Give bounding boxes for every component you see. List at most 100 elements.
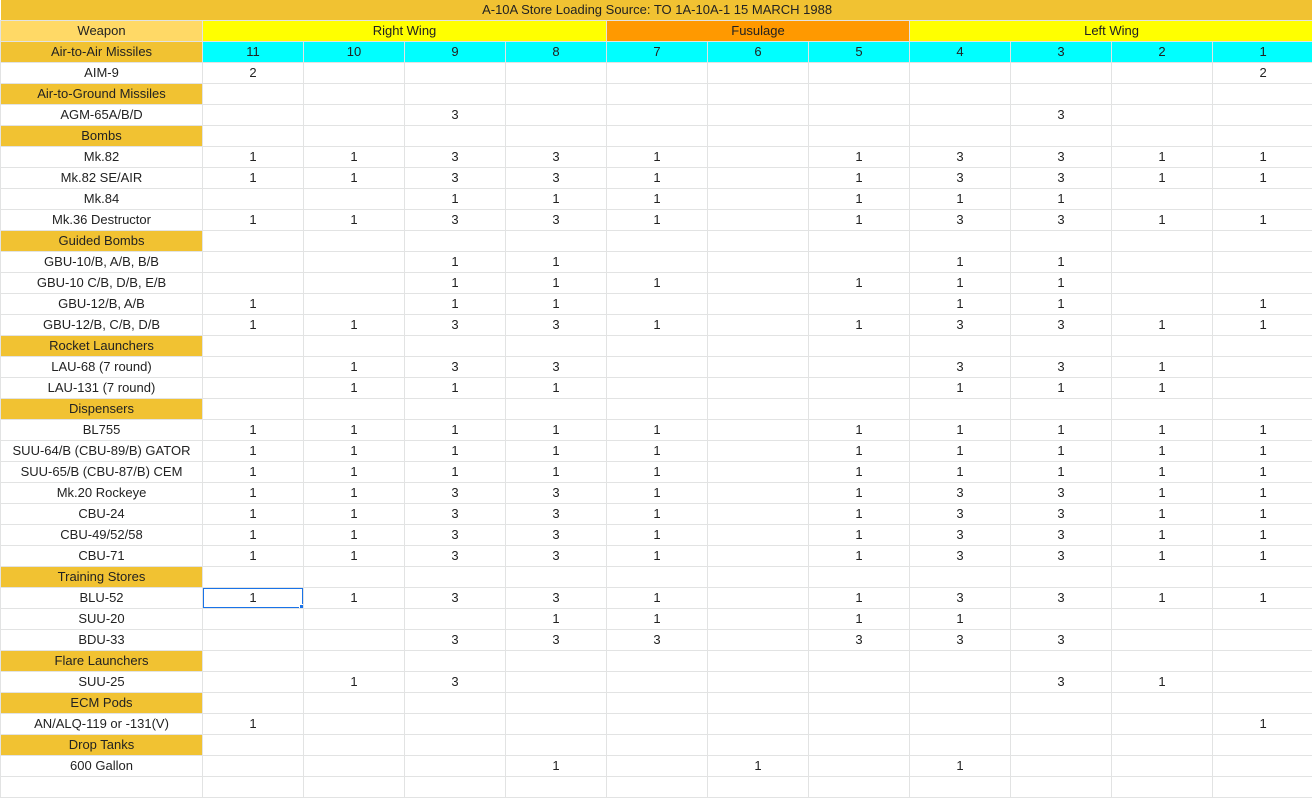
empty-cell[interactable]	[506, 567, 607, 588]
station-4-count-cell[interactable]: 1	[910, 756, 1011, 777]
category-cell-guided-bombs[interactable]: Guided Bombs	[1, 231, 203, 252]
weapon-name-cell[interactable]: Mk.20 Rockeye	[1, 483, 203, 504]
empty-cell[interactable]	[607, 567, 708, 588]
station-9-count-cell[interactable]: 3	[405, 315, 506, 336]
station-5-count-cell[interactable]: 1	[809, 147, 910, 168]
empty-cell[interactable]	[1213, 693, 1312, 714]
empty-cell[interactable]	[1213, 777, 1312, 798]
empty-cell[interactable]	[304, 84, 405, 105]
station-8-count-cell[interactable]: 3	[506, 546, 607, 567]
station-10-count-cell[interactable]: 1	[304, 525, 405, 546]
station-5-count-cell[interactable]: 1	[809, 189, 910, 210]
station-8-count-cell[interactable]: 1	[506, 420, 607, 441]
station-5-count-cell[interactable]: 1	[809, 441, 910, 462]
empty-cell[interactable]	[708, 84, 809, 105]
weapon-name-cell[interactable]: AN/ALQ-119 or -131(V)	[1, 714, 203, 735]
station-9-count-cell[interactable]: 1	[405, 273, 506, 294]
station-5-count-cell[interactable]	[809, 252, 910, 273]
empty-cell[interactable]	[809, 126, 910, 147]
station-5-count-cell[interactable]: 1	[809, 273, 910, 294]
station-8-count-cell[interactable]: 3	[506, 588, 607, 609]
weapon-header-cell[interactable]: Weapon	[1, 21, 203, 42]
station-9-count-cell[interactable]: 1	[405, 252, 506, 273]
station-9-count-cell[interactable]	[405, 756, 506, 777]
empty-cell[interactable]	[304, 735, 405, 756]
empty-cell[interactable]	[203, 693, 304, 714]
station-4-count-cell[interactable]: 3	[910, 630, 1011, 651]
station-4-count-cell[interactable]: 3	[910, 168, 1011, 189]
station-10-count-cell[interactable]	[304, 756, 405, 777]
empty-cell[interactable]	[405, 399, 506, 420]
station-header-2[interactable]: 2	[1112, 42, 1213, 63]
empty-cell[interactable]	[506, 126, 607, 147]
empty-cell[interactable]	[304, 126, 405, 147]
station-10-count-cell[interactable]	[304, 714, 405, 735]
empty-cell[interactable]	[1213, 735, 1312, 756]
empty-cell[interactable]	[506, 777, 607, 798]
station-7-count-cell[interactable]: 1	[607, 189, 708, 210]
empty-cell[interactable]	[1011, 735, 1112, 756]
station-6-count-cell[interactable]	[708, 672, 809, 693]
station-7-count-cell[interactable]: 1	[607, 588, 708, 609]
station-header-7[interactable]: 7	[607, 42, 708, 63]
empty-cell[interactable]	[1011, 777, 1112, 798]
station-header-5[interactable]: 5	[809, 42, 910, 63]
station-11-count-cell[interactable]: 1	[203, 714, 304, 735]
empty-cell[interactable]	[1011, 84, 1112, 105]
station-2-count-cell[interactable]: 1	[1112, 483, 1213, 504]
empty-cell[interactable]	[506, 693, 607, 714]
weapon-name-cell[interactable]: AIM-9	[1, 63, 203, 84]
station-8-count-cell[interactable]: 3	[506, 210, 607, 231]
station-1-count-cell[interactable]: 1	[1213, 168, 1312, 189]
station-4-count-cell[interactable]: 3	[910, 546, 1011, 567]
station-10-count-cell[interactable]: 1	[304, 210, 405, 231]
station-2-count-cell[interactable]: 1	[1112, 462, 1213, 483]
station-11-count-cell[interactable]: 1	[203, 315, 304, 336]
station-1-count-cell[interactable]	[1213, 630, 1312, 651]
station-4-count-cell[interactable]	[910, 105, 1011, 126]
station-4-count-cell[interactable]: 3	[910, 210, 1011, 231]
empty-cell[interactable]	[910, 651, 1011, 672]
empty-cell[interactable]	[1, 777, 203, 798]
station-3-count-cell[interactable]: 3	[1011, 588, 1112, 609]
station-1-count-cell[interactable]: 2	[1213, 63, 1312, 84]
station-7-count-cell[interactable]: 1	[607, 273, 708, 294]
station-10-count-cell[interactable]	[304, 63, 405, 84]
empty-cell[interactable]	[304, 777, 405, 798]
station-4-count-cell[interactable]: 3	[910, 504, 1011, 525]
empty-cell[interactable]	[607, 126, 708, 147]
station-9-count-cell[interactable]: 1	[405, 294, 506, 315]
selected-cell[interactable]: 1	[203, 588, 304, 609]
station-7-count-cell[interactable]	[607, 105, 708, 126]
empty-cell[interactable]	[203, 777, 304, 798]
station-10-count-cell[interactable]: 1	[304, 546, 405, 567]
station-10-count-cell[interactable]	[304, 630, 405, 651]
station-11-count-cell[interactable]	[203, 378, 304, 399]
station-4-count-cell[interactable]: 1	[910, 273, 1011, 294]
station-9-count-cell[interactable]: 3	[405, 210, 506, 231]
empty-cell[interactable]	[809, 336, 910, 357]
station-5-count-cell[interactable]	[809, 105, 910, 126]
station-4-count-cell[interactable]: 3	[910, 483, 1011, 504]
weapon-name-cell[interactable]: Mk.82 SE/AIR	[1, 168, 203, 189]
station-2-count-cell[interactable]	[1112, 630, 1213, 651]
empty-cell[interactable]	[809, 651, 910, 672]
empty-cell[interactable]	[1213, 567, 1312, 588]
empty-cell[interactable]	[506, 84, 607, 105]
station-1-count-cell[interactable]	[1213, 252, 1312, 273]
weapon-name-cell[interactable]: AGM-65A/B/D	[1, 105, 203, 126]
station-2-count-cell[interactable]: 1	[1112, 588, 1213, 609]
station-8-count-cell[interactable]: 3	[506, 357, 607, 378]
empty-cell[interactable]	[607, 336, 708, 357]
category-cell-ecm-pods[interactable]: ECM Pods	[1, 693, 203, 714]
station-9-count-cell[interactable]: 3	[405, 168, 506, 189]
station-11-count-cell[interactable]: 1	[203, 504, 304, 525]
weapon-name-cell[interactable]: BLU-52	[1, 588, 203, 609]
station-2-count-cell[interactable]	[1112, 756, 1213, 777]
station-8-count-cell[interactable]: 1	[506, 294, 607, 315]
station-4-count-cell[interactable]: 3	[910, 588, 1011, 609]
station-7-count-cell[interactable]	[607, 294, 708, 315]
station-10-count-cell[interactable]	[304, 294, 405, 315]
station-1-count-cell[interactable]: 1	[1213, 210, 1312, 231]
station-1-count-cell[interactable]: 1	[1213, 462, 1312, 483]
